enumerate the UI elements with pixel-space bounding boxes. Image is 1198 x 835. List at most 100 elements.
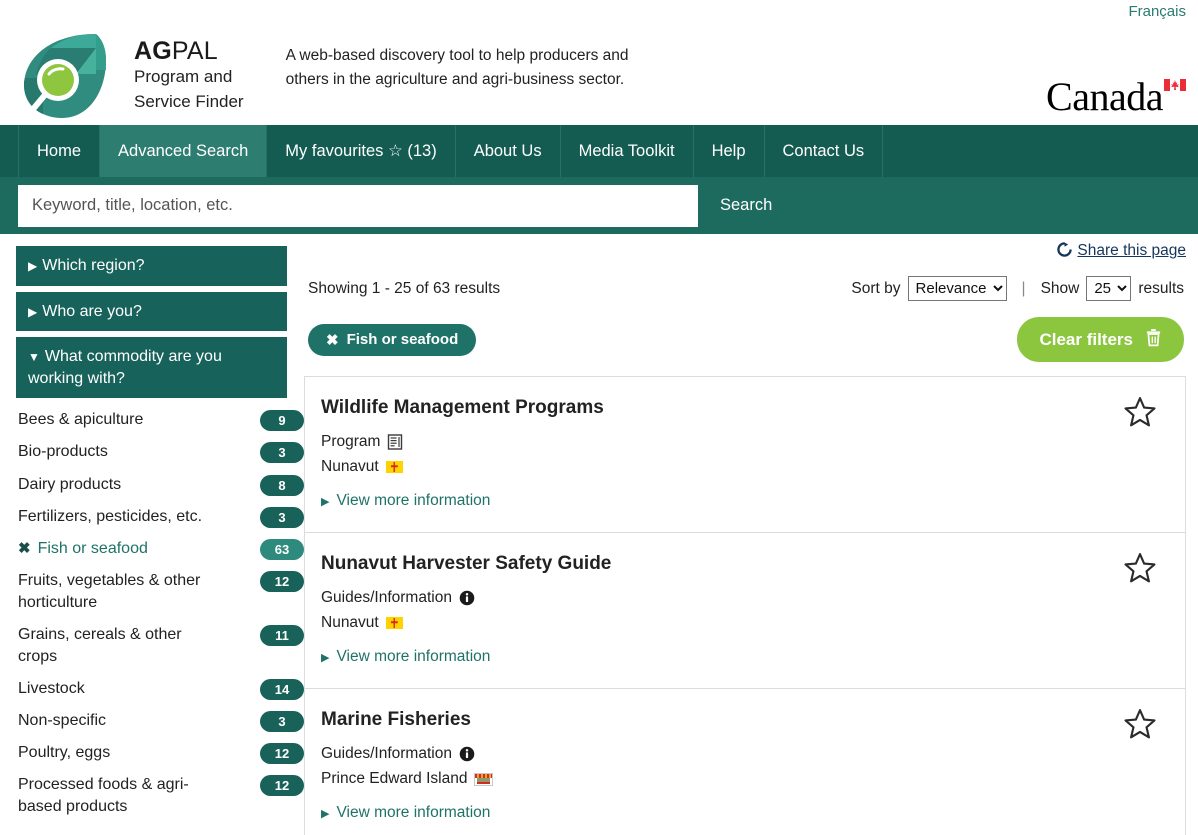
sort-and-show-controls: Sort by Relevance | Show 25 results [851,276,1184,301]
facet-count-badge: 12 [260,743,304,765]
agpal-logo[interactable] [18,24,130,127]
result-region-line: Nunavut [321,614,1161,632]
facet-item[interactable]: Fruits, vegetables & other horticulture 1… [16,565,304,619]
result-title[interactable]: Wildlife Management Programs [321,397,1161,419]
facet-count-badge: 3 [260,711,304,733]
facet-label: Grains, cereals & other crops [18,625,182,665]
favourite-star-button[interactable] [1123,551,1157,585]
facet-label: ✖ Fish or seafood [16,538,148,560]
facet-item[interactable]: Bees & apiculture 9 [16,404,304,436]
result-title[interactable]: Nunavut Harvester Safety Guide [321,553,1161,575]
facet-label: Bio-products [18,443,108,461]
program-icon [388,434,403,450]
favourite-star-button[interactable] [1123,707,1157,741]
facet-item[interactable]: ✖ Fish or seafood 63 [16,533,304,565]
favourite-star-button[interactable] [1123,395,1157,429]
search-input[interactable] [18,184,698,227]
facet-item[interactable]: Grains, cereals & other crops 11 [16,619,304,673]
sort-by-select[interactable]: Relevance [907,276,1007,301]
view-more-information-link[interactable]: ▶ View more information [321,648,490,666]
language-toggle-link[interactable]: Français [1128,3,1186,20]
facet-label: Poultry, eggs [18,744,111,762]
content-area: ▶ Which region? ▶ Who are you? ▼ What commodi… [0,234,1198,835]
filter-accordion-3[interactable]: ▼ What commodity are you working with? [16,337,287,399]
view-more-information-link[interactable]: ▶ View more information [321,804,490,822]
nav-item-advanced-search[interactable]: Advanced Search [100,125,268,177]
nav-item-home[interactable]: Home [18,125,101,177]
brand-text: AGPAL Program and Service Finder [134,24,244,113]
star-outline-icon [1124,553,1156,583]
chevron-right-icon: ▶ [28,304,38,319]
nav-item-contact-us[interactable]: Contact Us [765,125,884,177]
star-outline-icon [1124,397,1156,427]
language-bar: Français [0,0,1198,24]
result-card: Wildlife Management Programs Program Nunav… [305,377,1185,533]
result-type-label: Guides/Information [321,745,452,762]
nav-item-help[interactable]: Help [694,125,765,177]
chevron-right-icon: ▶ [28,259,38,273]
facet-item[interactable]: Poultry, eggs 12 [16,737,304,769]
remove-facet-icon: ✖ [18,539,31,557]
result-region-line: Nunavut [321,458,1161,476]
facet-item[interactable]: Bio-products 3 [16,436,304,468]
facet-item[interactable]: Dairy products 8 [16,469,304,501]
nunavut-flag-icon [385,461,403,473]
filter-accordion-label: Who are you? [42,302,142,320]
clear-filters-button[interactable]: Clear filters [1017,317,1184,362]
info-icon [459,590,475,606]
search-bar: Search [0,177,1198,234]
brand-subtitle-line2: Service Finder [134,91,244,111]
controls-divider: | [1021,279,1026,297]
facet-item[interactable]: Livestock 14 [16,673,304,705]
results-count-text: Showing 1 - 25 of 63 results [308,279,501,297]
results-panel: Share this page Showing 1 - 25 of 63 res… [304,234,1198,835]
app-root: Français AGPAL Program and Service Finde… [0,0,1198,835]
result-region-line: Prince Edward Island [321,770,1161,788]
share-this-page-link[interactable]: Share this page [1057,242,1186,259]
facet-count-badge: 14 [260,679,304,701]
leaf-logo-icon [24,34,106,118]
result-type-label: Guides/Information [321,589,452,606]
filter-accordion-2[interactable]: ▶ Who are you? [16,291,287,332]
facet-label: Non-specific [18,712,107,730]
show-label: Show [1040,279,1080,297]
show-count-select[interactable]: 25 [1086,276,1132,301]
result-title[interactable]: Marine Fisheries [321,709,1161,731]
result-type-line: Guides/Information [321,589,1161,607]
facet-item[interactable]: Fertilizers, pesticides, etc. 3 [16,501,304,533]
facet-count-badge: 3 [260,506,304,528]
view-more-information-link[interactable]: ▶ View more information [321,492,490,510]
facet-count-badge: 63 [260,538,304,560]
chevron-right-icon: ▶ [321,807,330,820]
canada-wordmark: Canada [1046,77,1186,117]
nav-item-my-favourites-13[interactable]: My favourites ☆ (13) [267,125,456,177]
facet-item[interactable]: Non-specific 3 [16,705,304,737]
canada-flag-icon [1164,79,1186,91]
view-more-label: View more information [336,648,491,665]
clear-filters-label: Clear filters [1039,329,1133,349]
active-filter-chip-fish-or-seafood[interactable]: ✖ Fish or seafood [308,323,477,356]
brand-subtitle-line1: Program and [134,67,233,87]
chevron-right-icon: ▶ [321,651,330,664]
filter-accordion-label: Which region? [42,257,145,274]
chevron-right-icon: ▶ [321,495,330,508]
facet-label-text: Fish or seafood [37,539,148,557]
info-icon [459,746,475,762]
facet-count-badge: 11 [260,624,304,646]
chevron-down-icon: ▼ [28,350,40,365]
share-this-page-label: Share this page [1077,242,1186,259]
facet-label: Dairy products [18,475,122,493]
facet-item[interactable]: Processed foods & agri-based products 12 [16,769,304,823]
search-button[interactable]: Search [698,184,795,227]
nav-item-about-us[interactable]: About Us [456,125,561,177]
commodity-facet-list: Bees & apiculture 9 Bio-products 3 Dairy pro… [16,404,304,823]
facet-count-badge: 3 [260,442,304,464]
results-meta-row: Showing 1 - 25 of 63 results Sort by Rel… [304,264,1186,305]
result-region-label: Nunavut [321,458,379,475]
filter-accordion-1[interactable]: ▶ Which region? [16,246,287,286]
view-more-label: View more information [336,492,491,509]
facet-count-badge: 12 [260,775,304,797]
nav-item-media-toolkit[interactable]: Media Toolkit [561,125,694,177]
facet-count-badge: 12 [260,570,304,592]
result-type-line: Program [321,433,1161,451]
